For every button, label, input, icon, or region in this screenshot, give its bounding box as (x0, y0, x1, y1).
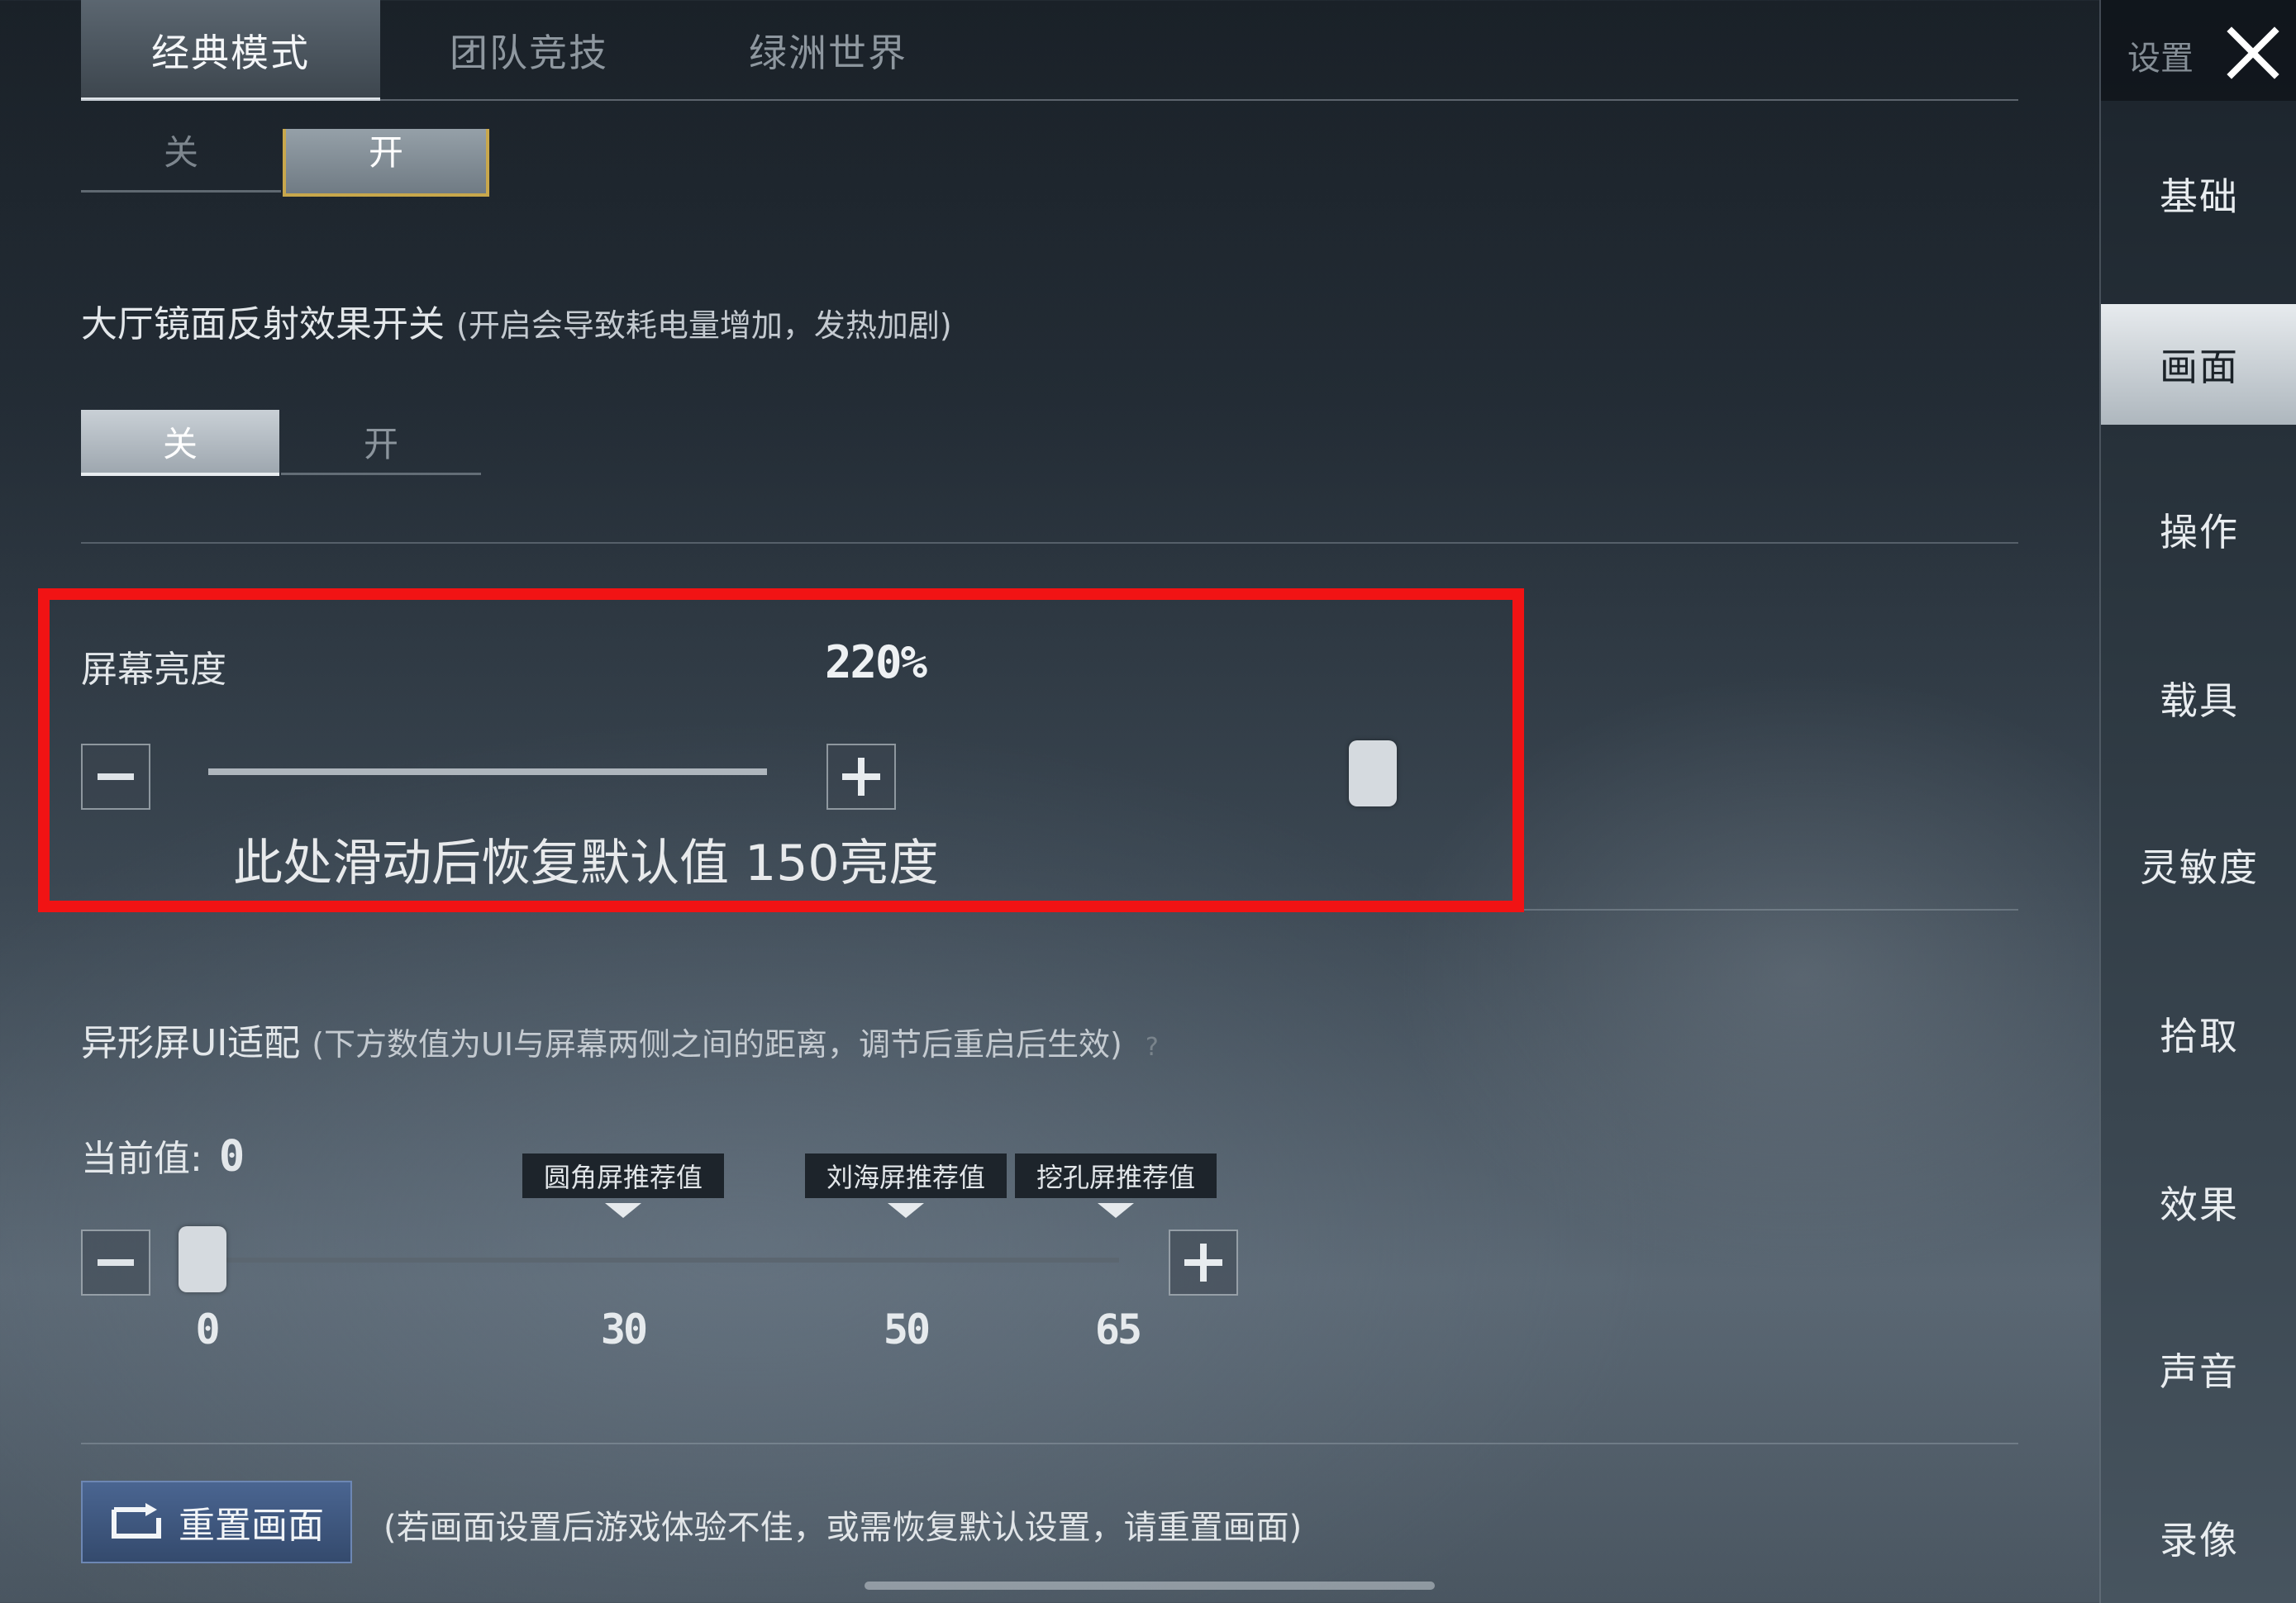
sidebar-item-basic[interactable]: 基础 (2101, 134, 2296, 254)
sidebar-item-sound[interactable]: 声音 (2101, 1309, 2296, 1429)
notch-setting-title: 异形屏UI适配 (下方数值为UI与屏幕两侧之间的距离，调节后重启后生效) ? (81, 1022, 1159, 1064)
reset-icon (112, 1503, 161, 1539)
tick-label-30: 30 (600, 1306, 648, 1353)
section-divider (81, 542, 2018, 544)
settings-header: 设置 (2101, 0, 2296, 101)
tab-divider (81, 99, 2018, 101)
notch-setting-note: (下方数值为UI与屏幕两侧之间的距离，调节后重启后生效) (312, 1026, 1122, 1063)
section-divider (81, 1443, 2018, 1444)
home-indicator (865, 1582, 1435, 1590)
rounded-screen-tag: 圆角屏推荐值 (522, 1153, 724, 1198)
close-x-icon[interactable] (2223, 23, 2283, 83)
notch-decrease-button[interactable] (81, 1230, 150, 1296)
reflection-setting-note: (开启会导致耗电量增加，发热加剧) (456, 307, 952, 344)
question-icon[interactable]: ? (1146, 1033, 1159, 1062)
punch-hole-screen-tag: 挖孔屏推荐值 (1015, 1153, 1217, 1198)
reflection-setting-title: 大厅镜面反射效果开关 (开启会导致耗电量增加，发热加剧) (81, 303, 952, 345)
toggle-on-option-partial[interactable]: 开 (283, 129, 489, 197)
tag-pointer (888, 1203, 924, 1218)
reset-button-label: 重置画面 (179, 1505, 324, 1547)
sidebar-item-effects[interactable]: 效果 (2101, 1142, 2296, 1263)
reflection-off-button[interactable]: 关 (81, 410, 279, 476)
notch-screen-tag: 刘海屏推荐值 (805, 1153, 1007, 1198)
brightness-annotation: 此处滑动后恢复默认值 150亮度 (233, 835, 939, 892)
sidebar-item-pickup[interactable]: 拾取 (2101, 973, 2296, 1094)
toggle-off-option-partial[interactable]: 关 (81, 129, 281, 193)
sidebar-item-controls[interactable]: 操作 (2101, 469, 2296, 590)
tag-pointer (1098, 1203, 1134, 1218)
notch-slider-thumb[interactable] (179, 1226, 226, 1292)
tick-label-50: 50 (883, 1306, 931, 1353)
notch-increase-button[interactable] (1169, 1230, 1238, 1296)
plus-icon (1184, 1244, 1222, 1282)
reset-graphics-button[interactable]: 重置画面 (81, 1481, 352, 1563)
settings-title: 设置 (2127, 40, 2194, 78)
minus-icon (98, 1259, 134, 1266)
sidebar-item-vehicles[interactable]: 载具 (2101, 638, 2296, 759)
tab-oasis-world[interactable]: 绿洲世界 (678, 0, 979, 101)
sidebar-item-graphics[interactable]: 画面 (2101, 304, 2296, 425)
settings-sidebar: 设置 基础 画面 操作 载具 灵敏度 拾取 效果 声音 录像 (2099, 0, 2296, 1603)
tick-label-65: 65 (1094, 1306, 1142, 1353)
tick-label-0: 0 (195, 1306, 220, 1353)
tab-team-deathmatch[interactable]: 团队竞技 (380, 0, 678, 101)
sidebar-item-recording[interactable]: 录像 (2101, 1477, 2296, 1598)
current-value: 0 (218, 1132, 245, 1182)
tag-pointer (605, 1203, 641, 1218)
tab-classic-mode[interactable]: 经典模式 (81, 0, 380, 101)
current-value-label: 当前值: (81, 1138, 202, 1180)
current-value-row: 当前值: 0 (81, 1129, 245, 1182)
reset-note: (若画面设置后游戏体验不佳，或需恢复默认设置，请重置画面) (383, 1509, 1303, 1547)
notch-slider-track[interactable] (203, 1258, 1119, 1263)
reflection-on-button[interactable]: 开 (281, 410, 481, 475)
sidebar-item-sensitivity[interactable]: 灵敏度 (2101, 805, 2296, 925)
